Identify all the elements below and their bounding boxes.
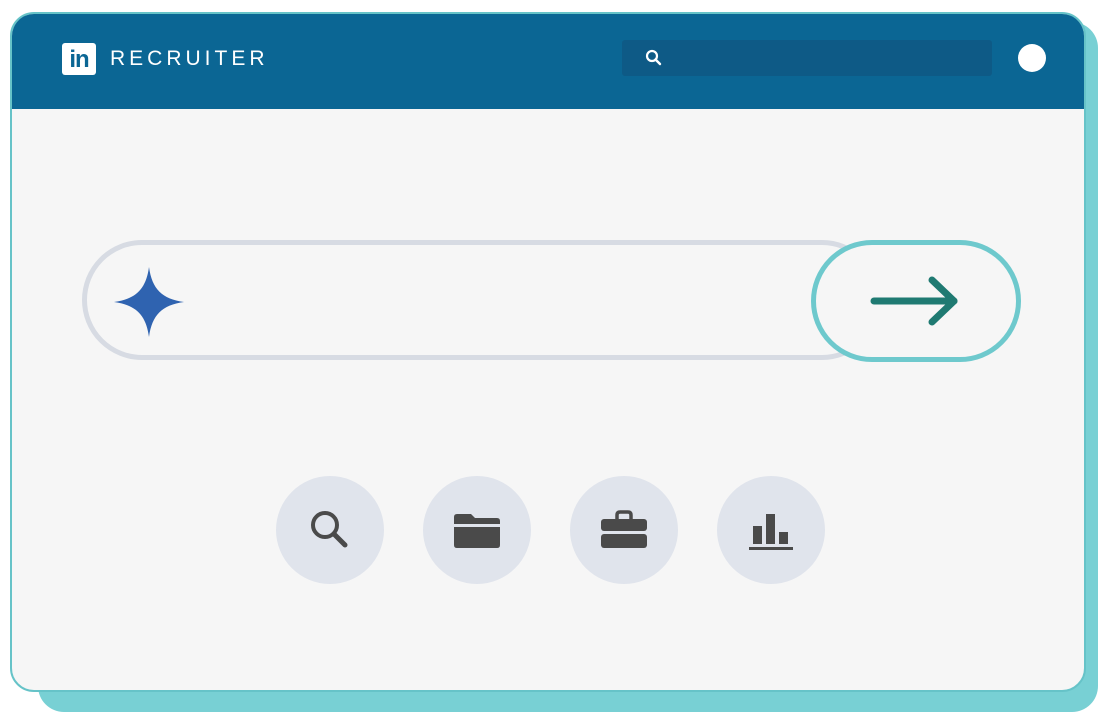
briefcase-icon <box>601 510 647 548</box>
bar-chart-icon <box>749 514 793 550</box>
briefcase-action-button[interactable] <box>570 476 678 584</box>
search-action-button[interactable] <box>276 476 384 584</box>
folder-icon <box>454 514 500 548</box>
header-search-input[interactable] <box>622 40 992 76</box>
folder-action-button[interactable] <box>423 476 531 584</box>
sparkle-icon <box>114 267 184 337</box>
linkedin-logo[interactable]: in <box>62 43 96 75</box>
search-icon <box>311 511 348 548</box>
logo-text: in <box>69 46 89 73</box>
recruiter-illustration: in RECRUITER <box>0 0 1103 716</box>
arrow-right-icon <box>870 276 958 326</box>
app-window: in RECRUITER <box>10 12 1086 692</box>
search-icon <box>645 49 662 66</box>
quick-actions <box>276 476 836 586</box>
prompt-input[interactable] <box>82 240 882 360</box>
header-bar: in RECRUITER <box>12 14 1084 109</box>
submit-button[interactable] <box>811 240 1021 362</box>
analytics-action-button[interactable] <box>717 476 825 584</box>
app-title: RECRUITER <box>110 47 269 70</box>
profile-avatar[interactable] <box>1018 44 1046 72</box>
